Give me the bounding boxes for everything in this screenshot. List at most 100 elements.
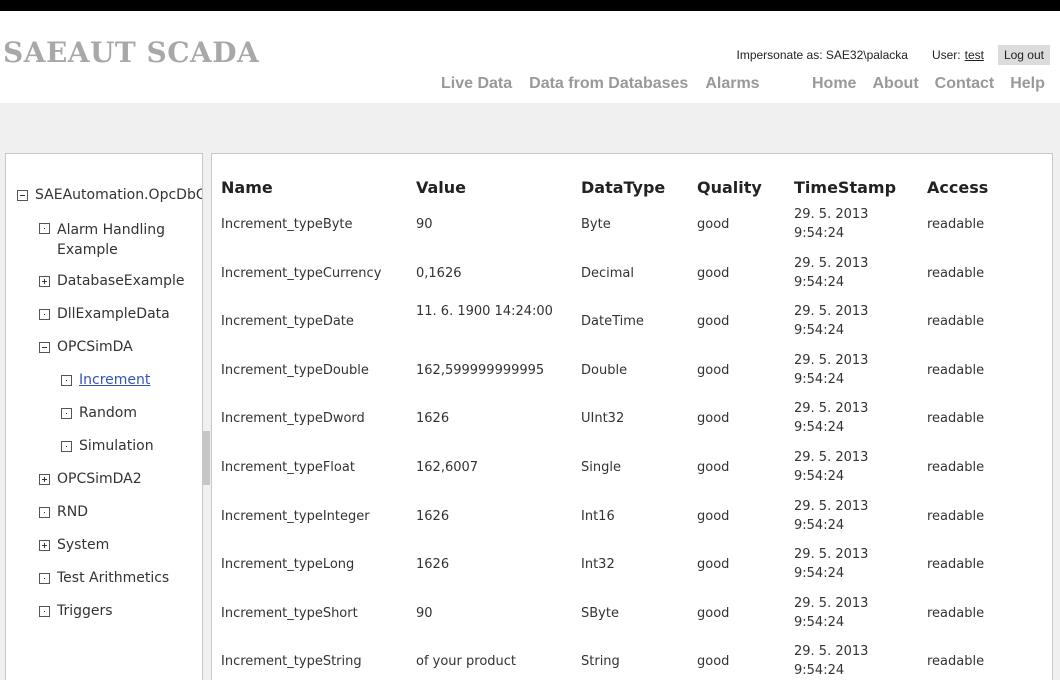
cell-access: readable <box>927 265 985 281</box>
cell-access: readable <box>927 314 985 330</box>
cell-name: Increment_typeCurrency <box>221 265 382 281</box>
tree-item-increment[interactable]: Increment <box>61 372 150 388</box>
tree-item-databaseexample[interactable]: DatabaseExample <box>39 273 185 289</box>
nav-about[interactable]: About <box>872 75 918 93</box>
cell-value: 162,599999999995 <box>416 362 545 378</box>
cell-timestamp: 29. 5. 2013 9:54:24 <box>794 352 869 387</box>
nav-contact[interactable]: Contact <box>935 75 995 93</box>
cell-value: 1626 <box>416 411 450 427</box>
tree-item-label: Random <box>79 405 137 421</box>
cell-timestamp: 29. 5. 2013 9:54:24 <box>794 498 869 533</box>
column-header-datatype[interactable]: DataType <box>581 178 665 197</box>
tree-item-system[interactable]: System <box>39 537 109 553</box>
column-header-name[interactable]: Name <box>221 178 273 197</box>
nav-home[interactable]: Home <box>812 75 856 93</box>
cell-quality: good <box>697 654 730 670</box>
tree-item-dllexampledata[interactable]: DllExampleData <box>39 306 170 322</box>
column-header-quality[interactable]: Quality <box>697 178 762 197</box>
expand-icon[interactable] <box>39 474 50 485</box>
cell-timestamp: 29. 5. 2013 9:54:24 <box>794 401 869 436</box>
cell-access: readable <box>927 362 985 378</box>
tree-item-random[interactable]: Random <box>61 405 137 421</box>
cell-datatype: String <box>581 654 620 670</box>
leaf-icon <box>39 507 50 518</box>
column-header-access[interactable]: Access <box>927 178 988 197</box>
header: SAEAUT SCADA Impersonate as: SAE32\palac… <box>0 11 1060 103</box>
cell-value: 1626 <box>416 508 450 524</box>
tree-item-label: OPCSimDA <box>57 339 133 355</box>
cell-quality: good <box>697 460 730 475</box>
cell-name: Increment_typeFloat <box>221 460 355 475</box>
cell-datatype: SByte <box>581 605 619 621</box>
column-header-value[interactable]: Value <box>416 178 466 197</box>
tree-item-alarm-handling[interactable]: Alarm Handling Example <box>39 220 177 260</box>
tree-item-label: System <box>57 537 110 553</box>
cell-access: readable <box>927 508 985 524</box>
leaf-icon <box>61 375 72 386</box>
cell-access: readable <box>927 654 985 670</box>
logo: SAEAUT SCADA <box>3 36 260 69</box>
cell-value: 1626 <box>416 557 450 573</box>
tree-item-opcsimda[interactable]: OPCSimDA <box>39 339 133 355</box>
cell-access: readable <box>927 557 985 573</box>
cell-timestamp: 29. 5. 2013 9:54:24 <box>794 547 869 582</box>
cell-name: Increment_typeString <box>221 654 362 670</box>
leaf-icon <box>61 408 72 419</box>
tree-root[interactable]: SAEAutomation.OpcDbGateway <box>17 187 202 203</box>
cell-value: 11. 6. 1900 14:24:00 <box>416 304 553 320</box>
user-label: User: <box>931 48 961 62</box>
collapse-icon[interactable] <box>39 342 50 353</box>
nav-alarms[interactable]: Alarms <box>705 75 759 93</box>
cell-quality: good <box>697 265 730 281</box>
tree-item-simulation[interactable]: Simulation <box>61 438 154 454</box>
nav-data-from-databases[interactable]: Data from Databases <box>529 75 688 93</box>
tree-item-label: RND <box>57 504 88 520</box>
tree-item-test-arithmetics[interactable]: Test Arithmetics <box>39 570 169 586</box>
scrollbar-thumb[interactable] <box>203 431 210 485</box>
expand-icon[interactable] <box>39 540 50 551</box>
cell-value: 90 <box>416 217 433 232</box>
cell-quality: good <box>697 362 730 378</box>
cell-access: readable <box>927 411 985 427</box>
user-link[interactable]: test <box>965 48 984 62</box>
cell-value: 0,1626 <box>416 265 462 281</box>
leaf-icon <box>39 573 50 584</box>
cell-quality: good <box>697 605 730 621</box>
tree-item-label[interactable]: Increment <box>79 372 150 388</box>
leaf-icon <box>39 223 50 234</box>
tree-item-label: DllExampleData <box>57 306 170 322</box>
nav-live-data[interactable]: Live Data <box>441 75 512 93</box>
tree-item-label: OPCSimDA2 <box>57 471 142 487</box>
cell-quality: good <box>697 557 730 573</box>
cell-name: Increment_typeLong <box>221 557 355 573</box>
cell-timestamp: 29. 5. 2013 9:54:24 <box>794 450 869 484</box>
cell-value: 90 <box>416 605 433 621</box>
logout-button[interactable]: Log out <box>997 45 1050 65</box>
column-header-timestamp[interactable]: TimeStamp <box>794 178 896 197</box>
tree-scrollbar[interactable] <box>203 153 210 680</box>
cell-datatype: DateTime <box>581 314 644 330</box>
cell-name: Increment_typeDate <box>221 314 354 330</box>
collapse-icon[interactable] <box>17 190 28 201</box>
tree-item-rnd[interactable]: RND <box>39 504 88 520</box>
tree-item-opcsimda2[interactable]: OPCSimDA2 <box>39 471 142 487</box>
cell-name: Increment_typeByte <box>221 217 353 232</box>
tree-item-label: Test Arithmetics <box>57 570 170 586</box>
cell-access: readable <box>927 460 985 475</box>
tree-item-label: DatabaseExample <box>57 273 185 289</box>
expand-icon[interactable] <box>39 276 50 287</box>
cell-name: Increment_typeDword <box>221 411 365 427</box>
nav-help[interactable]: Help <box>1010 75 1045 93</box>
impersonate-link[interactable]: Impersonate as: SAE32\palacka <box>737 48 908 62</box>
cell-datatype: UInt32 <box>581 411 625 427</box>
cell-quality: good <box>697 217 730 232</box>
tree-item-label: Simulation <box>79 438 154 454</box>
cell-datatype: Int16 <box>581 508 615 524</box>
top-black-bar <box>0 0 1060 11</box>
cell-access: readable <box>927 605 985 621</box>
cell-quality: good <box>697 314 730 330</box>
cell-value: of your product <box>416 654 517 670</box>
leaf-icon <box>39 309 50 320</box>
tree-item-triggers[interactable]: Triggers <box>39 603 113 619</box>
cell-datatype: Int32 <box>581 557 615 573</box>
